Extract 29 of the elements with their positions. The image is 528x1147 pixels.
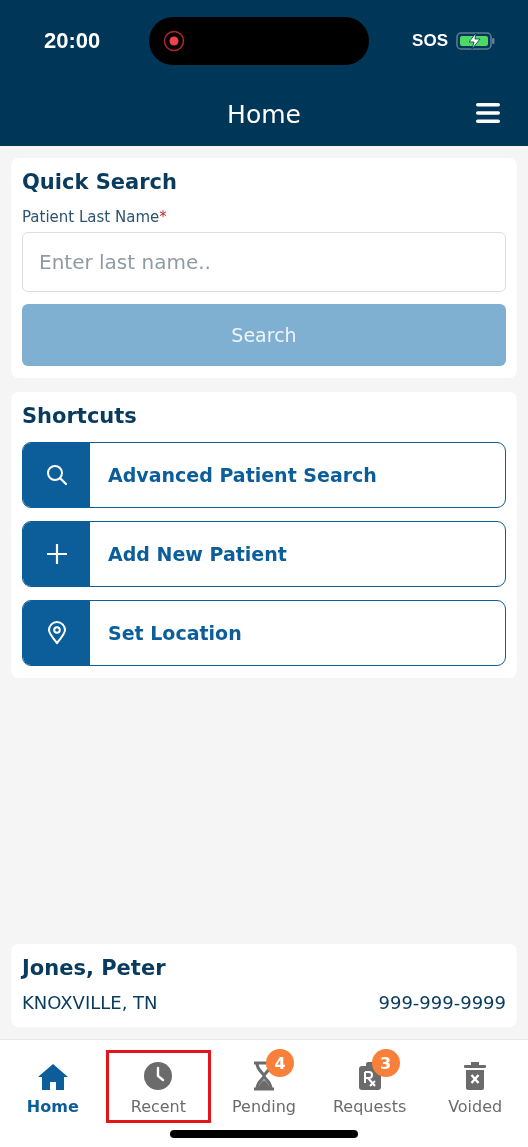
section-title: Quick Search: [22, 170, 179, 194]
field-label: Patient Last Name*: [22, 208, 168, 226]
status-time: 20:00: [44, 28, 102, 54]
patient-name: Jones, Peter: [22, 956, 167, 980]
section-title: Shortcuts: [22, 404, 138, 428]
prescription-clipboard-icon: [357, 1061, 382, 1091]
tab-item[interactable]: Home: [0, 1050, 106, 1123]
shortcut-button[interactable]: Advanced Patient Search: [22, 442, 506, 508]
location-pin-icon: [45, 621, 68, 645]
clock-icon: [143, 1061, 174, 1091]
search-icon: [44, 463, 69, 487]
shortcut-button[interactable]: Set Location: [22, 600, 506, 666]
plus-icon: [44, 542, 69, 566]
sos-indicator: SOS: [412, 31, 448, 51]
patient-location: KNOXVILLE, TN: [22, 992, 158, 1013]
last-name-field[interactable]: Enter last name..: [22, 232, 506, 292]
shortcut-button[interactable]: Add New Patient: [22, 521, 506, 587]
tab-item[interactable]: Voided: [422, 1050, 528, 1123]
tab-item[interactable]: Recent: [105, 1050, 212, 1123]
trash-x-icon: [463, 1061, 488, 1091]
patient-phone: 999-999-9999: [378, 992, 506, 1013]
house-icon: [36, 1063, 69, 1091]
tab-item[interactable]: 4 Pending: [211, 1050, 317, 1123]
count-badge: 3: [371, 1049, 400, 1077]
hourglass-icon: [252, 1061, 276, 1091]
count-badge: 4: [266, 1049, 294, 1077]
tab-item[interactable]: 3 Requests: [316, 1050, 423, 1123]
menu-icon[interactable]: [475, 102, 501, 124]
page-title: Home: [227, 99, 301, 129]
